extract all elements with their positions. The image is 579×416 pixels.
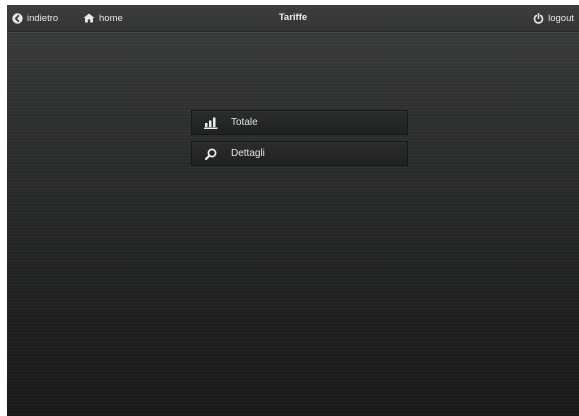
logout-button[interactable]: logout	[533, 5, 574, 31]
menu-item-dettagli[interactable]: Dettagli	[191, 141, 408, 166]
power-icon	[533, 12, 548, 24]
magnifier-icon	[203, 146, 219, 162]
bar-chart-icon	[203, 115, 219, 131]
house-icon	[83, 13, 99, 23]
app-screen: indietro home Tariffe logout Totale Dett…	[7, 5, 579, 416]
back-button[interactable]: indietro	[12, 5, 58, 31]
menu-item-totale[interactable]: Totale	[191, 110, 408, 135]
back-label: indietro	[27, 12, 59, 24]
home-label: home	[99, 12, 123, 24]
tariffe-menu: Totale Dettagli	[191, 110, 408, 172]
menu-item-label: Dettagli	[231, 148, 265, 159]
circle-arrow-left-icon	[12, 12, 27, 24]
home-button[interactable]: home	[83, 5, 123, 31]
top-bar: indietro home Tariffe logout	[7, 5, 579, 32]
menu-item-label: Totale	[231, 117, 258, 128]
logout-label: logout	[548, 12, 574, 24]
